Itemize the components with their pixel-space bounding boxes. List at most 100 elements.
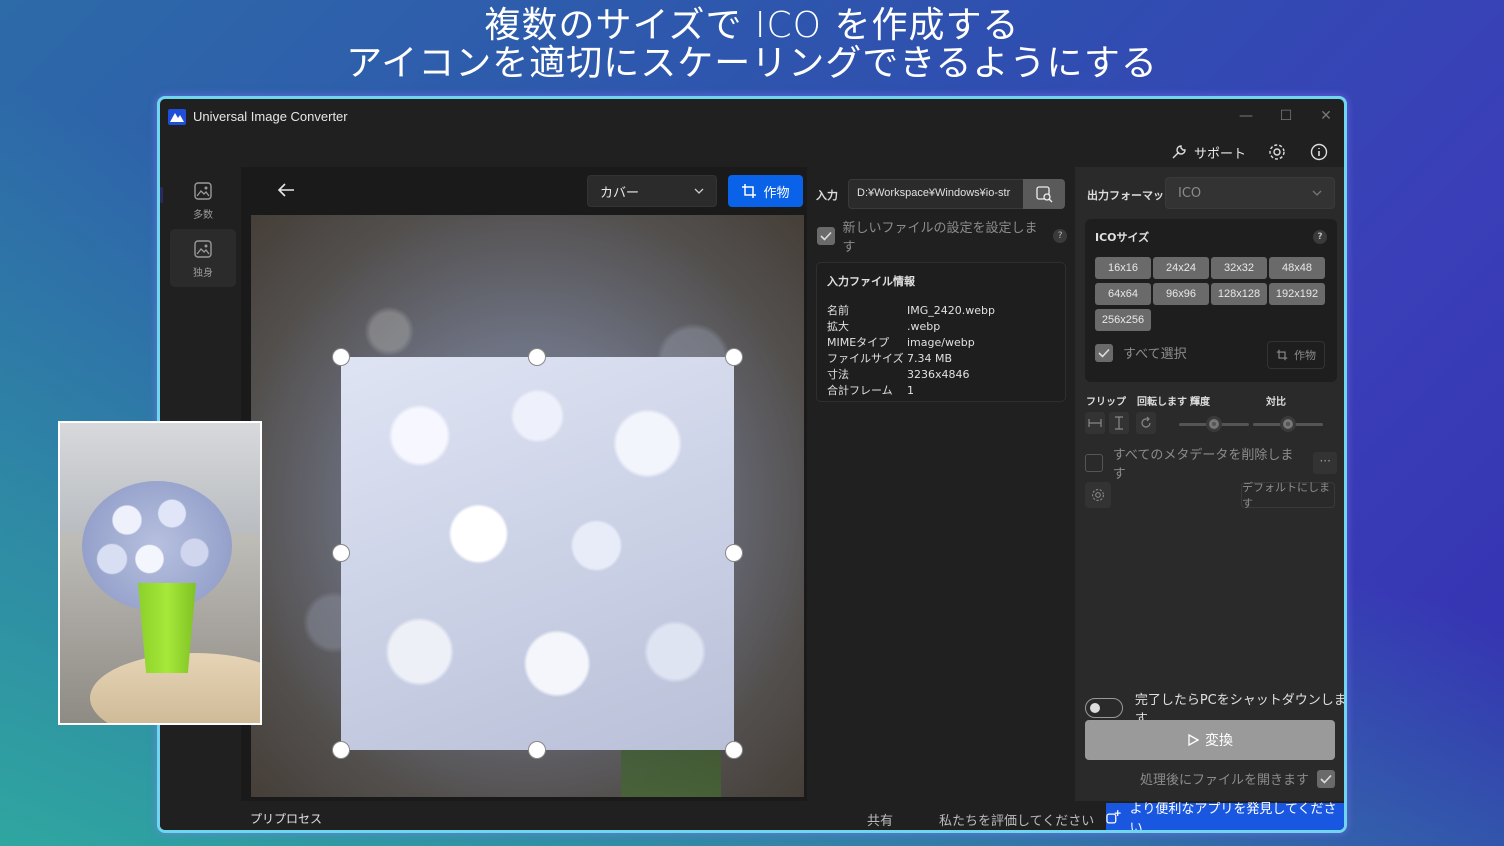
convert-button[interactable]: 変換 [1085,720,1335,760]
crop-region[interactable] [341,357,734,750]
contrast-slider-thumb[interactable] [1280,416,1296,432]
output-format-label: 出力フォーマット [1087,189,1175,202]
crop-handle-bottom-right[interactable] [725,741,743,759]
crop-button[interactable]: 作物 [728,175,803,207]
nav-label-single: 独身 [193,267,213,279]
discover-apps-button[interactable]: より便利なアプリを発見してください [1106,802,1344,830]
settings-button[interactable] [1266,141,1288,163]
crop-handle-bottom-left[interactable] [332,741,350,759]
open-after-label: 処理後にファイルを開きます [1139,773,1309,788]
contrast-label: 対比 [1266,397,1286,408]
more-options-button[interactable]: ··· [1313,452,1337,474]
crop-mode-value: カバー [600,185,640,201]
file-info-key: 拡大 [827,320,849,333]
ico-size-chip[interactable]: 128x128 [1211,283,1267,305]
apps-icon [1106,810,1121,824]
reset-default-button[interactable]: デフォルトにします [1241,481,1335,510]
toggle-knob [1090,703,1100,713]
ico-size-chip[interactable]: 192x192 [1269,283,1325,305]
preview-vase [138,583,196,673]
crop-icon [1276,349,1288,361]
contrast-slider[interactable] [1253,416,1323,432]
adjustment-labels: フリップ 回転します 輝度 対比 [1086,393,1344,408]
crop-mode-select[interactable]: カバー [587,175,717,207]
rotate-button[interactable] [1136,412,1156,434]
chevron-down-icon [1312,190,1322,196]
nav-item-multi[interactable]: 多数 [170,171,236,229]
support-button[interactable]: サポート [1170,143,1246,162]
brightness-slider-thumb[interactable] [1206,416,1222,432]
apply-new-files-checkbox[interactable] [817,227,835,245]
ico-size-chip[interactable]: 64x64 [1095,283,1151,305]
ico-size-chip[interactable]: 48x48 [1269,257,1325,279]
rate-us-link[interactable]: 私たちを評価してください [939,810,1094,829]
file-info-row: 合計フレーム 1 [827,383,1055,399]
wrench-icon [1172,145,1186,159]
file-info-key: 合計フレーム [827,384,893,397]
file-info-key: 名前 [827,304,849,317]
convert-label: 変換 [1205,733,1233,749]
flip-vertical-icon [1115,416,1123,430]
ico-size-grid: 16x16 24x24 32x32 48x48 64x64 96x96 128x… [1095,257,1327,331]
help-icon[interactable]: ? [1053,229,1067,243]
flip-vertical-button[interactable] [1109,412,1129,434]
ico-sizes-header: ICOサイズ ? [1095,229,1327,245]
crop-handle-top-left[interactable] [332,348,350,366]
ico-size-chip[interactable]: 32x32 [1211,257,1267,279]
ico-size-chip[interactable]: 256x256 [1095,309,1151,331]
file-info-key: ファイルサイズ [827,352,904,365]
file-info-value: 7.34 MB [907,352,953,365]
ico-crop-label: 作物 [1294,349,1316,362]
discover-apps-label: より便利なアプリを発見してください [1129,802,1337,833]
nav-item-single[interactable]: 独身 [170,229,236,287]
back-button[interactable] [271,177,301,203]
close-button[interactable]: ✕ [1306,105,1344,127]
crop-handle-top[interactable] [528,348,546,366]
file-info-key: MIMEタイプ [827,336,890,349]
maximize-button[interactable]: ☐ [1266,105,1306,127]
advanced-settings-button[interactable] [1085,482,1111,508]
share-link[interactable]: 共有 [867,810,893,829]
crop-handle-right[interactable] [725,544,743,562]
help-icon[interactable]: ? [1313,230,1327,244]
checkmark-icon [1098,348,1110,358]
ico-sizes-title: ICOサイズ [1095,231,1150,244]
about-button[interactable] [1308,141,1330,163]
chevron-down-icon [694,188,704,194]
preprocess-label: プリプロセス [250,812,323,826]
minimize-button[interactable]: — [1226,105,1266,127]
output-format-value: ICO [1178,185,1202,201]
ico-size-chip[interactable]: 16x16 [1095,257,1151,279]
file-info-row: ファイルサイズ 7.34 MB [827,351,1055,367]
brightness-slider[interactable] [1179,416,1249,432]
play-icon [1188,734,1199,746]
title-bar[interactable]: Universal Image Converter — ☐ ✕ [160,99,1344,135]
promo-headline-2: アイコンを適切にスケーリングできるようにする [346,43,1158,84]
file-info-value: .webp [907,320,941,333]
file-info-value: 1 [907,384,914,397]
flip-horizontal-button[interactable] [1085,412,1105,434]
crop-editor: カバー 作物 [241,167,807,801]
adjustment-row [1085,412,1344,436]
ico-size-chip[interactable]: 24x24 [1153,257,1209,279]
crop-handle-left[interactable] [332,544,350,562]
output-format-select[interactable]: ICO [1165,177,1335,209]
side-nav: 多数 独身 [167,171,239,287]
arrow-left-icon [277,183,294,197]
select-all-checkbox[interactable] [1095,343,1113,362]
single-image-icon [194,239,212,258]
strip-metadata-checkbox[interactable] [1085,454,1103,472]
top-toolbar: サポート [1170,139,1330,165]
rotate-icon [1141,416,1151,428]
promo-headline-1: 複数のサイズで ICO を作成する [484,5,1020,46]
browse-button[interactable] [1023,179,1065,209]
crop-handle-top-right[interactable] [725,348,743,366]
multi-image-icon [194,181,212,200]
input-path-field[interactable]: D:¥Workspace¥Windows¥io-str [848,179,1024,209]
ico-crop-button[interactable]: 作物 [1267,341,1325,369]
open-after-checkbox[interactable] [1317,769,1335,788]
ico-size-chip[interactable]: 96x96 [1153,283,1209,305]
shutdown-toggle[interactable] [1085,698,1123,718]
crop-handle-bottom[interactable] [528,741,546,759]
apply-new-files-row: 新しいファイルの設定を設定します ? [817,221,1067,255]
